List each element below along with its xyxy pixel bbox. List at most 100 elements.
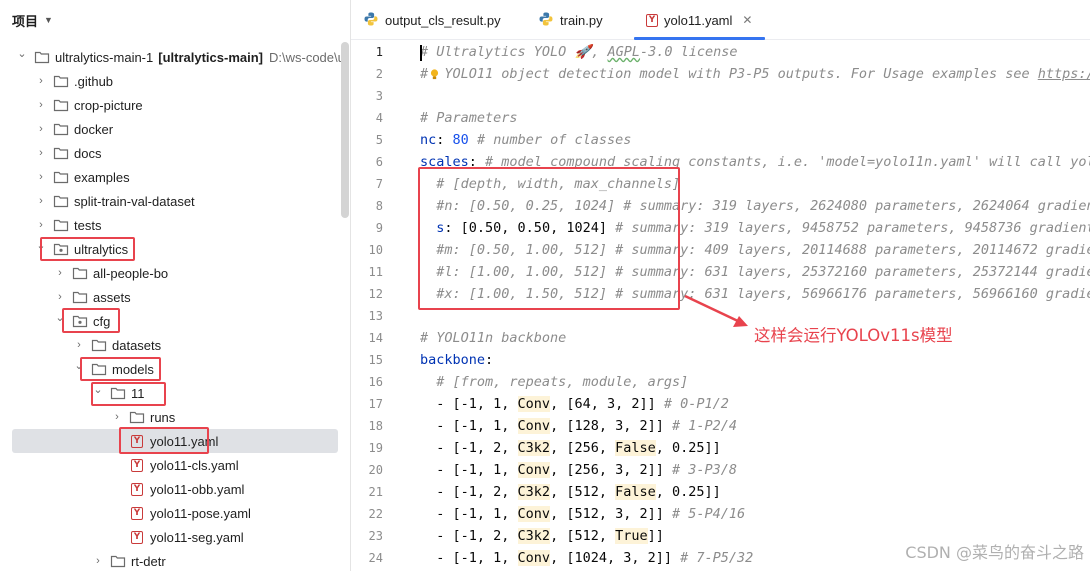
chevron-right-icon[interactable]: › — [35, 99, 47, 111]
tree-item[interactable]: › examples — [0, 165, 351, 189]
chevron-down-icon[interactable]: ⌄ — [35, 239, 47, 252]
project-path: D:\ws-code\ul — [269, 49, 348, 65]
active-tab-indicator — [634, 37, 765, 40]
chevron-right-icon[interactable]: › — [111, 411, 123, 423]
tree-item[interactable]: › split-train-val-dataset — [0, 189, 351, 213]
project-view-selector[interactable]: 项目 ▼ — [12, 10, 53, 30]
code-line[interactable]: nc: 80 # number of classes — [420, 129, 631, 151]
code-line[interactable]: - [-1, 1, Conv, [1024, 3, 2]] # 7-P5/32 — [420, 547, 753, 569]
tab-train-py[interactable]: train.py — [538, 0, 603, 40]
tree-item[interactable]: Yyolo11-pose.yaml — [0, 501, 351, 525]
line-number: 17 — [368, 397, 383, 411]
tree-item[interactable]: › runs — [0, 405, 351, 429]
tree-item[interactable]: ⌄ ultralytics — [0, 237, 351, 261]
tree-item[interactable]: › docs — [0, 141, 351, 165]
tree-item[interactable]: › .github — [0, 69, 351, 93]
tree-item-label: examples — [74, 169, 130, 185]
code-line[interactable]: - [-1, 2, C3k2, [512, False, 0.25]] — [420, 481, 721, 503]
line-number: 16 — [368, 375, 383, 389]
code-token: , [512, 3, 2]] — [550, 506, 672, 522]
tree-item[interactable]: › rt-detr — [0, 549, 351, 571]
line-number: 10 — [368, 243, 383, 257]
close-icon[interactable]: ✕ — [742, 13, 752, 27]
folder-icon — [72, 265, 88, 281]
code-token: nc — [420, 132, 437, 148]
code-line[interactable]: s: [0.50, 0.50, 1024] # summary: 319 lay… — [420, 217, 1090, 239]
chevron-right-icon[interactable]: › — [92, 555, 104, 567]
chevron-right-icon[interactable]: › — [73, 339, 85, 351]
tree-item[interactable]: ⌄ ultralytics-main-1 [ultralytics-main] D:\… — [0, 45, 351, 69]
code-token: # 3-P3/8 — [671, 462, 738, 478]
code-line[interactable]: - [-1, 2, C3k2, [256, False, 0.25]] — [420, 437, 721, 459]
code-line[interactable]: - [-1, 1, Conv, [512, 3, 2]] # 5-P4/16 — [420, 503, 745, 525]
line-number: 6 — [375, 155, 383, 169]
lightbulb-icon[interactable] — [430, 69, 439, 81]
code-token[interactable]: https://d — [1038, 66, 1090, 82]
chevron-down-icon[interactable]: ⌄ — [16, 47, 28, 60]
code-line[interactable]: - [-1, 2, C3k2, [512, True]] — [420, 525, 664, 547]
tree-item[interactable]: ⌄ 11 — [0, 381, 351, 405]
tree-item[interactable]: Yyolo11-cls.yaml — [0, 453, 351, 477]
code-token: Conv — [517, 396, 551, 412]
code-token: # Parameters — [420, 110, 518, 126]
line-number: 8 — [375, 199, 383, 213]
code-line[interactable]: #m: [0.50, 1.00, 512] # summary: 409 lay… — [420, 239, 1090, 261]
package-folder-icon — [53, 241, 69, 257]
tree-item[interactable]: › all-people-bo — [0, 261, 351, 285]
code-line[interactable]: # YOLO11n backbone — [420, 327, 566, 349]
tree-item[interactable]: ⌄ models — [0, 357, 351, 381]
chevron-right-icon[interactable]: › — [54, 267, 66, 279]
line-number-gutter: 1 2 3 4 5 6 7 8 9 10 11 12 13 14 15 16 17 18 19 20 21 22 23 24 — [351, 41, 419, 571]
code-token: # 7-P5/32 — [680, 550, 754, 566]
code-line[interactable]: # Parameters — [420, 107, 518, 129]
code-token: False — [615, 484, 656, 500]
folder-icon — [53, 97, 69, 113]
code-token: #n: [0.50, 0.25, 1024] # summary: 319 la… — [436, 198, 1090, 214]
tab-yolo11-yaml[interactable]: Y yolo11.yaml ✕ — [646, 0, 752, 40]
tree-scrollbar[interactable] — [341, 42, 349, 218]
chevron-right-icon[interactable]: › — [54, 291, 66, 303]
code-line[interactable]: scales: # model compound scaling constan… — [420, 151, 1090, 173]
code-token: -3.0 license — [640, 44, 738, 60]
module-name: [ultralytics-main] — [158, 49, 263, 65]
code-line[interactable]: # Ultralytics YOLO 🚀, AGPL-3.0 license — [420, 41, 738, 63]
chevron-right-icon[interactable]: › — [35, 123, 47, 135]
code-line[interactable]: # [from, repeats, module, args] — [420, 371, 688, 393]
code-line[interactable]: #x: [1.00, 1.50, 512] # summary: 631 lay… — [420, 283, 1090, 305]
chevron-right-icon[interactable]: › — [35, 219, 47, 231]
tree-item[interactable]: › assets — [0, 285, 351, 309]
tab-output-cls-result[interactable]: output_cls_result.py — [363, 0, 501, 40]
tree-item[interactable]: › docker — [0, 117, 351, 141]
tree-item[interactable]: › datasets — [0, 333, 351, 357]
code-line[interactable]: - [-1, 1, Conv, [64, 3, 2]] # 0-P1/2 — [420, 393, 729, 415]
tree-item[interactable]: Yyolo11-seg.yaml — [0, 525, 351, 549]
chevron-right-icon[interactable]: › — [35, 171, 47, 183]
code-editor[interactable]: 1 2 3 4 5 6 7 8 9 10 11 12 13 14 15 16 17 18 19 20 21 22 23 24 … — [351, 41, 1090, 571]
tree-item-label: ultralytics — [74, 241, 129, 257]
folder-icon — [110, 385, 126, 401]
code-line[interactable]: - [-1, 1, Conv, [128, 3, 2]] # 1-P2/4 — [420, 415, 737, 437]
tree-item[interactable]: Yyolo11-obb.yaml — [0, 477, 351, 501]
tree-item[interactable]: › crop-picture — [0, 93, 351, 117]
tree-item-label: rt-detr — [131, 553, 166, 569]
code-line[interactable]: - [-1, 1, Conv, [256, 3, 2]] # 3-P3/8 — [420, 459, 737, 481]
line-number: 1 — [375, 45, 383, 59]
tree-item[interactable]: › tests — [0, 213, 351, 237]
chevron-right-icon[interactable]: › — [35, 75, 47, 87]
chevron-right-icon[interactable]: › — [35, 195, 47, 207]
code-line[interactable]: # YOLO11 object detection model with P3-… — [420, 63, 1090, 85]
chevron-down-icon[interactable]: ⌄ — [92, 383, 104, 396]
code-line[interactable]: # [depth, width, max_channels] — [420, 173, 680, 195]
chevron-down-icon[interactable]: ⌄ — [73, 359, 85, 372]
code-line[interactable]: #l: [1.00, 1.00, 512] # summary: 631 lay… — [420, 261, 1090, 283]
tree-item[interactable]: Yyolo11.yaml — [12, 429, 338, 453]
chevron-right-icon[interactable]: › — [35, 147, 47, 159]
tree-item[interactable]: ⌄ cfg — [0, 309, 351, 333]
chevron-down-icon[interactable]: ⌄ — [54, 311, 66, 324]
code-token: #l: [1.00, 1.00, 512] # summary: 631 lay… — [436, 264, 1090, 280]
code-line[interactable]: backbone: — [420, 349, 493, 371]
code-line[interactable]: #n: [0.50, 0.25, 1024] # summary: 319 la… — [420, 195, 1090, 217]
